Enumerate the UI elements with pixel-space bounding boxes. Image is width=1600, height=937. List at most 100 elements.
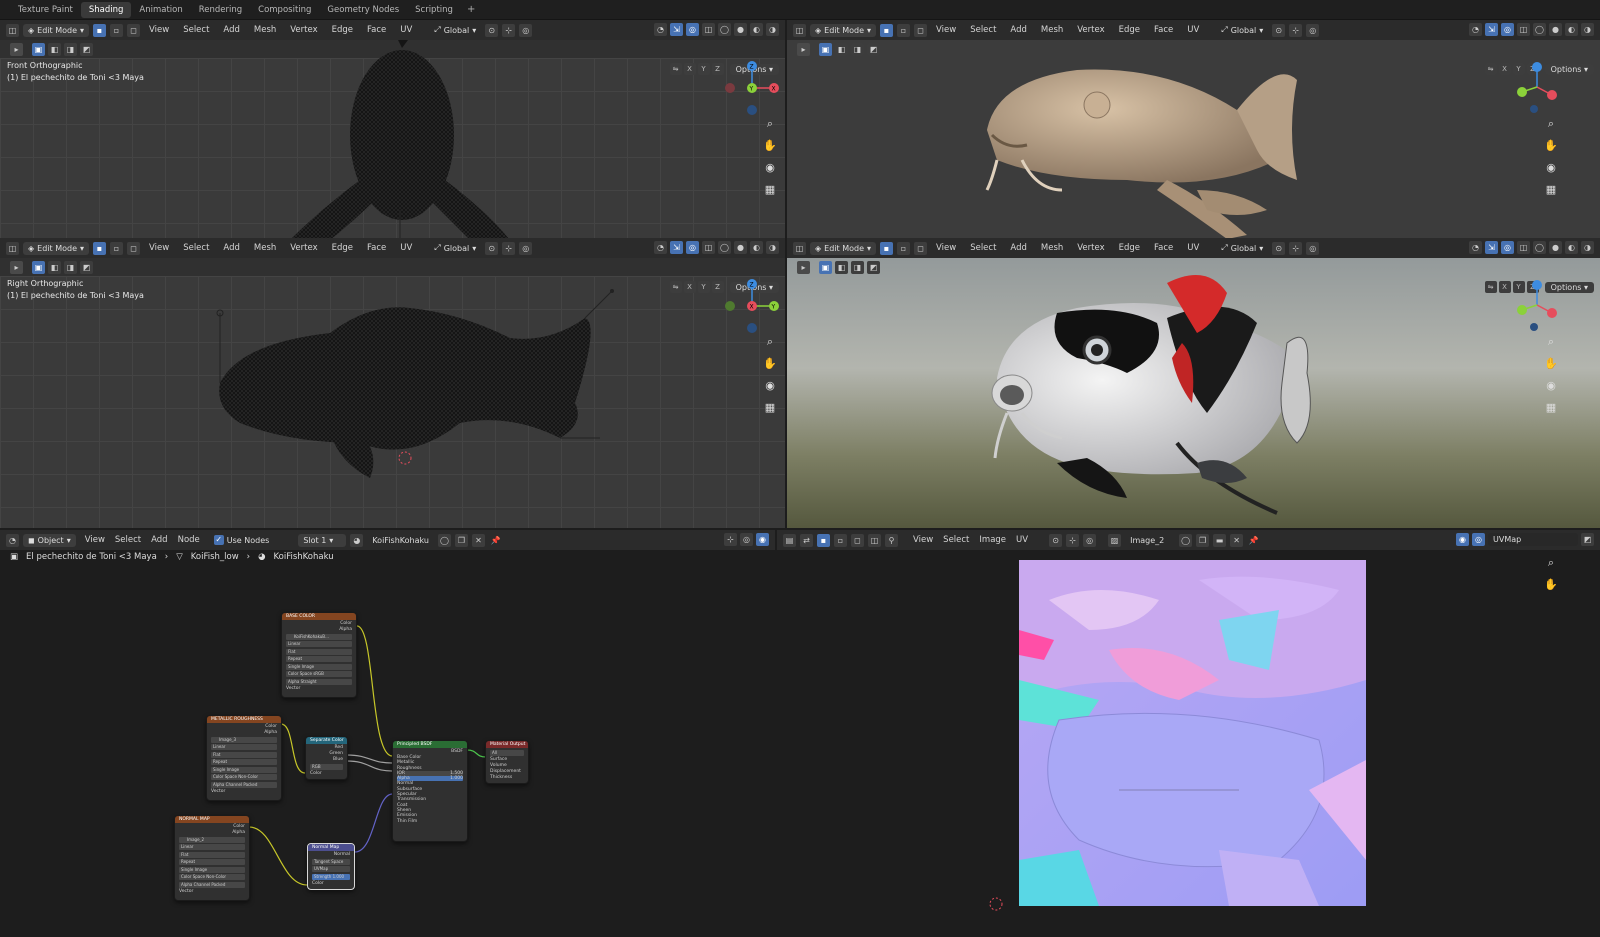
grid-view-icon[interactable]: ▦ (1543, 400, 1559, 416)
island-select-icon[interactable]: ◫ (868, 533, 881, 547)
menu-mesh[interactable]: Mesh (1036, 25, 1068, 35)
rendered-shading-icon[interactable]: ◑ (766, 241, 779, 254)
vertex-select-icon[interactable]: ▪ (880, 241, 894, 255)
navigation-gizmo[interactable] (1512, 62, 1572, 122)
visibility-icon[interactable]: ◔ (654, 23, 667, 36)
xray-icon[interactable]: ◫ (702, 241, 715, 254)
menu-select[interactable]: Select (965, 25, 1001, 35)
projection-dropdown[interactable]: Flat (179, 851, 245, 858)
menu-select[interactable]: Select (178, 243, 214, 253)
viewport-rendered[interactable]: ◫ ◈ Edit Mode ▾ ▪ ▫ ◻ View Select Add Mesh Vertex… (787, 238, 1600, 528)
vertex-select-icon[interactable]: ▪ (93, 241, 107, 255)
edge-select-icon[interactable]: ▫ (834, 533, 847, 547)
wireframe-shading-icon[interactable]: ◯ (1533, 241, 1546, 254)
material-shading-icon[interactable]: ◐ (1565, 241, 1578, 254)
menu-edge[interactable]: Edge (1114, 243, 1145, 253)
menu-select[interactable]: Select (178, 25, 214, 35)
interpolation-dropdown[interactable]: Linear (179, 844, 245, 850)
normal-map-node[interactable]: Normal Map Normal Tangent Space UVMap St… (307, 843, 355, 890)
camera-icon[interactable]: ◉ (1543, 160, 1559, 176)
shader-node-editor[interactable]: ◔ ◼ Object ▾ View Select Add Node ✓ Use Nod… (0, 530, 775, 937)
projection-dropdown[interactable]: Flat (286, 648, 352, 655)
solid-shading-icon[interactable]: ● (1549, 241, 1562, 254)
space-dropdown[interactable]: Tangent Space (312, 858, 350, 865)
alpha-dropdown[interactable]: Alpha Straight (286, 678, 352, 685)
menu-vertex[interactable]: Vertex (285, 25, 322, 35)
gizmo-icon[interactable]: ⇲ (1485, 241, 1498, 254)
overlay-icon[interactable]: ◎ (1501, 23, 1514, 36)
pivot-icon[interactable]: ⊙ (1049, 533, 1063, 547)
gizmo-icon[interactable]: ⇲ (670, 23, 683, 36)
menu-vertex[interactable]: Vertex (285, 243, 322, 253)
menu-vertex[interactable]: Vertex (1072, 25, 1109, 35)
camera-icon[interactable]: ◉ (1543, 378, 1559, 394)
image-editor[interactable]: ▤ ⇄ ▪ ▫ ◻ ◫ ⚲ View Select Image UV ⊙ ⊹ ◎ ▨ … (777, 530, 1600, 937)
snap-icon[interactable]: ⊹ (1289, 241, 1303, 255)
viewport-solid[interactable]: ◫ ◈ Edit Mode ▾ ▪ ▫ ◻ View Select Add Mesh Vertex… (787, 20, 1600, 239)
visibility-icon[interactable]: ◔ (1469, 241, 1482, 254)
proportional-icon[interactable]: ◎ (1306, 23, 1320, 37)
gizmo-icon[interactable]: ◉ (1456, 533, 1469, 546)
menu-uv[interactable]: UV (395, 25, 417, 35)
editor-type-icon[interactable]: ▤ (783, 533, 796, 547)
menu-view[interactable]: View (931, 243, 961, 253)
camera-icon[interactable]: ◉ (762, 378, 778, 394)
color-space-dropdown[interactable]: Color Space sRGB (286, 671, 352, 677)
pan-hand-icon[interactable]: ✋ (762, 356, 778, 372)
display-channels-icon[interactable]: ◩ (1581, 533, 1594, 546)
menu-add[interactable]: Add (218, 243, 244, 253)
bsdf-input-thin-film[interactable]: Thin Film (397, 819, 463, 824)
menu-view[interactable]: View (931, 25, 961, 35)
separate-color-node[interactable]: Separate Color Red Green Blue RGB Color (305, 736, 348, 780)
principled-bsdf-node[interactable]: Principled BSDF BSDF Base Color Metallic R… (392, 740, 468, 842)
select-box-icon[interactable]: ▸ (797, 42, 810, 56)
editor-type-icon[interactable]: ◫ (793, 23, 806, 37)
source-dropdown[interactable]: Single Image (286, 663, 352, 670)
select-box-icon[interactable]: ▸ (10, 260, 23, 274)
pivot-icon[interactable]: ⊙ (1272, 23, 1286, 37)
solid-shading-icon[interactable]: ● (734, 23, 747, 36)
navigation-gizmo[interactable]: Z Y X (722, 276, 782, 336)
uv-map-field[interactable]: UVMap (1488, 533, 1578, 546)
proportional-icon[interactable]: ◎ (1083, 533, 1097, 547)
image-field[interactable]: KoiFishKohakuB... (286, 633, 352, 640)
select-extend-icon[interactable]: ◧ (835, 260, 848, 274)
alpha-dropdown[interactable]: Alpha Channel Packed (211, 781, 277, 788)
rendered-shading-icon[interactable]: ◑ (1581, 241, 1594, 254)
camera-icon[interactable]: ◉ (762, 160, 778, 176)
edge-select-icon[interactable]: ▫ (110, 241, 124, 255)
edge-select-icon[interactable]: ▫ (897, 23, 911, 37)
snap-icon[interactable]: ⊹ (502, 241, 516, 255)
material-output-node[interactable]: Material Output All Surface Volume Displ… (485, 740, 529, 784)
zoom-icon[interactable]: ⌕ (1543, 555, 1559, 571)
open-folder-icon[interactable]: ▬ (1213, 533, 1227, 547)
xray-icon[interactable]: ◫ (1517, 23, 1530, 36)
proportional-icon[interactable]: ◎ (1306, 241, 1320, 255)
face-select-icon[interactable]: ◻ (127, 23, 141, 37)
mode-dropdown[interactable]: RGB (310, 763, 343, 770)
visibility-icon[interactable]: ◔ (1469, 23, 1482, 36)
3d-cursor[interactable] (397, 450, 413, 466)
xray-icon[interactable]: ◫ (1517, 241, 1530, 254)
zoom-icon[interactable]: ⌕ (1543, 334, 1559, 350)
select-intersect-icon[interactable]: ◩ (80, 260, 93, 274)
orientation-dropdown[interactable]: ⤢ Global ▾ (429, 23, 481, 37)
color-space-dropdown[interactable]: Color Space Non-Color (211, 774, 277, 780)
overlay-icon[interactable]: ◎ (686, 241, 699, 254)
solid-shading-icon[interactable]: ● (1549, 23, 1562, 36)
menu-view[interactable]: View (908, 535, 938, 545)
material-shading-icon[interactable]: ◐ (750, 241, 763, 254)
menu-add[interactable]: Add (1005, 243, 1031, 253)
xray-icon[interactable]: ◫ (702, 23, 715, 36)
source-dropdown[interactable]: Single Image (211, 766, 277, 773)
viewport-front-ortho[interactable]: ◫ ◈ Edit Mode ▾ ▪ ▫ ◻ View Select Add Mesh Vertex… (0, 20, 785, 239)
orientation-dropdown[interactable]: ⤢ Global ▾ (1216, 241, 1268, 255)
zoom-icon[interactable]: ⌕ (762, 334, 778, 350)
menu-view[interactable]: View (144, 243, 174, 253)
target-dropdown[interactable]: All (490, 749, 524, 756)
menu-uv[interactable]: UV (1011, 535, 1033, 545)
image-field[interactable]: Image_3 (211, 736, 277, 743)
pan-hand-icon[interactable]: ✋ (1543, 356, 1559, 372)
select-extend-icon[interactable]: ◧ (48, 260, 61, 274)
2d-cursor[interactable] (988, 896, 1004, 912)
